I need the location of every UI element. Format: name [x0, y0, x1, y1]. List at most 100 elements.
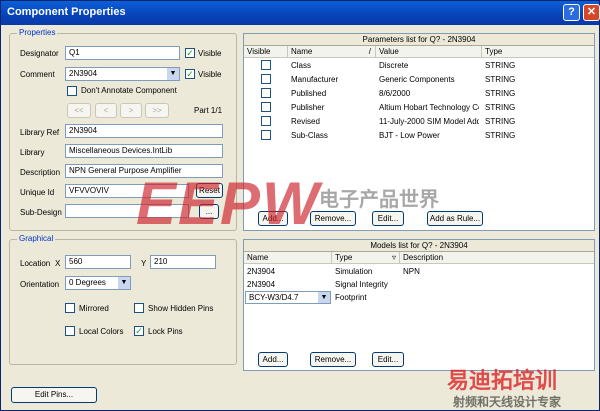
col-name[interactable]: Name / [288, 46, 376, 57]
model-type: Footprint [335, 293, 367, 302]
col-model-name[interactable]: Name [244, 252, 332, 263]
model-remove-button[interactable]: Remove... [310, 352, 356, 367]
last-part-button[interactable]: >> [145, 103, 169, 118]
col-model-type[interactable]: Type ▿ [332, 252, 400, 263]
parameter-name: Revised [291, 117, 320, 126]
orientation-label: Orientation [20, 280, 60, 289]
parameter-value: BJT - Low Power [379, 131, 440, 140]
y-label: Y [141, 259, 147, 268]
dont-annotate-checkbox[interactable] [67, 86, 77, 96]
param-edit-button[interactable]: Edit... [372, 211, 404, 226]
eepw-watermark-chinese: 电子产品世界 [319, 189, 439, 211]
col-type[interactable]: Type [482, 46, 592, 57]
parameter-visible-checkbox[interactable] [261, 88, 271, 98]
sort-indicator: / [368, 47, 371, 56]
parameter-type: STRING [485, 89, 516, 98]
component-properties-dialog: Component Properties ? ✕ Properties Desi… [0, 0, 600, 411]
model-row[interactable]: BCY-W3/D4.7 ▼ Footprint [244, 291, 594, 304]
parameter-type: STRING [485, 61, 516, 70]
model-add-button[interactable]: Add... [258, 352, 288, 367]
parameter-visible-checkbox[interactable] [261, 102, 271, 112]
help-icon[interactable]: ? [563, 4, 580, 21]
parameter-visible-checkbox[interactable] [261, 74, 271, 84]
model-type: Simulation [335, 267, 373, 276]
parameter-row[interactable]: Publisher Altium Hobart Technology Cen STR… [244, 101, 594, 114]
edit-pins-button[interactable]: Edit Pins... [11, 387, 97, 403]
parameter-row[interactable]: Manufacturer Generic Components STRING [244, 73, 594, 86]
param-add-as-rule-button[interactable]: Add as Rule... [427, 211, 483, 226]
parameter-value: Generic Components [379, 75, 455, 84]
col-model-description[interactable]: Description [400, 252, 592, 263]
parameter-row[interactable]: Class Discrete STRING [244, 59, 594, 72]
parameter-type: STRING [485, 103, 516, 112]
mirrored-label: Mirrored [79, 304, 109, 313]
designator-field[interactable]: Q1 [65, 46, 180, 60]
description-label: Description [20, 168, 61, 177]
parameters-header: Visible Name / Value Type [244, 46, 594, 58]
col-name-label: Name [291, 47, 313, 56]
comment-visible-checkbox[interactable]: ✓ [185, 69, 195, 79]
local-colors-checkbox[interactable] [65, 326, 75, 336]
library-field[interactable]: Miscellaneous Devices.IntLib [65, 144, 223, 158]
graphical-group-label: Graphical [17, 234, 56, 243]
chevron-down-icon[interactable]: ▼ [318, 292, 330, 303]
models-panel: Models list for Q? - 2N3904 Name Type ▿ … [243, 239, 595, 371]
first-part-button[interactable]: << [67, 103, 91, 118]
properties-group-label: Properties [17, 28, 58, 37]
model-row[interactable]: 2N3904 Simulation NPN [244, 265, 594, 278]
model-edit-button[interactable]: Edit... [372, 352, 404, 367]
library-label: Library [20, 148, 45, 157]
model-name: 2N3904 [247, 267, 276, 276]
close-icon[interactable]: ✕ [583, 4, 600, 21]
comment-combo[interactable]: 2N3904 ▼ [65, 67, 180, 81]
filter-icon[interactable]: ▿ [392, 252, 396, 263]
orientation-combo[interactable]: 0 Degrees ▼ [65, 276, 131, 290]
parameter-value: Altium Hobart Technology Cen [379, 103, 479, 112]
location-y-field[interactable]: 210 [150, 255, 216, 269]
edatop-watermark-chinese: 易迪拓培训 [447, 368, 558, 393]
edatop-watermark-sub: 射频和天线设计专家 [453, 395, 562, 409]
sub-design-label: Sub-Design [20, 208, 62, 217]
library-ref-field[interactable]: 2N3904 [65, 124, 223, 138]
chevron-down-icon[interactable]: ▼ [167, 68, 179, 80]
col-value[interactable]: Value [376, 46, 482, 57]
lock-pins-checkbox[interactable]: ✓ [134, 326, 144, 336]
parameter-value: 11-July-2000 SIM Model Adde [379, 117, 479, 126]
parameter-row[interactable]: Revised 11-July-2000 SIM Model Adde STRING [244, 115, 594, 128]
orientation-value: 0 Degrees [69, 278, 106, 287]
comment-visible-label: Visible [198, 70, 222, 79]
parameter-name: Sub-Class [291, 131, 328, 140]
model-name: BCY-W3/D4.7 [249, 293, 299, 302]
parameter-value: Discrete [379, 61, 409, 70]
parameter-type: STRING [485, 75, 516, 84]
parameter-type: STRING [485, 131, 516, 140]
chevron-down-icon[interactable]: ▼ [118, 277, 130, 289]
parameters-title: Parameters list for Q? - 2N3904 [244, 34, 594, 46]
mirrored-checkbox[interactable] [65, 303, 75, 313]
col-visible[interactable]: Visible [244, 46, 288, 57]
next-part-button[interactable]: > [120, 103, 142, 118]
parameter-row[interactable]: Published 8/6/2000 STRING [244, 87, 594, 100]
library-ref-label: Library Ref [20, 128, 60, 137]
parameter-visible-checkbox[interactable] [261, 116, 271, 126]
parameter-type: STRING [485, 117, 516, 126]
parameter-visible-checkbox[interactable] [261, 60, 271, 70]
parameter-name: Class [291, 61, 312, 70]
parameter-row[interactable]: Sub-Class BJT - Low Power STRING [244, 129, 594, 142]
local-colors-label: Local Colors [79, 327, 124, 336]
window-title: Component Properties [7, 6, 126, 18]
show-hidden-pins-checkbox[interactable] [134, 303, 144, 313]
model-row[interactable]: 2N3904 Signal Integrity [244, 278, 594, 291]
designator-visible-checkbox[interactable]: ✓ [185, 48, 195, 58]
parameter-visible-checkbox[interactable] [261, 130, 271, 140]
models-header: Name Type ▿ Description [244, 252, 594, 264]
col-model-type-label: Type [335, 253, 353, 262]
footprint-combo[interactable]: BCY-W3/D4.7 ▼ [245, 291, 331, 304]
parameter-name: Published [291, 89, 327, 98]
unique-id-label: Unique Id [20, 188, 55, 197]
designator-label: Designator [20, 49, 59, 58]
designator-visible-label: Visible [198, 49, 222, 58]
location-x-field[interactable]: 560 [65, 255, 131, 269]
prev-part-button[interactable]: < [95, 103, 117, 118]
parameter-value: 8/6/2000 [379, 89, 411, 98]
